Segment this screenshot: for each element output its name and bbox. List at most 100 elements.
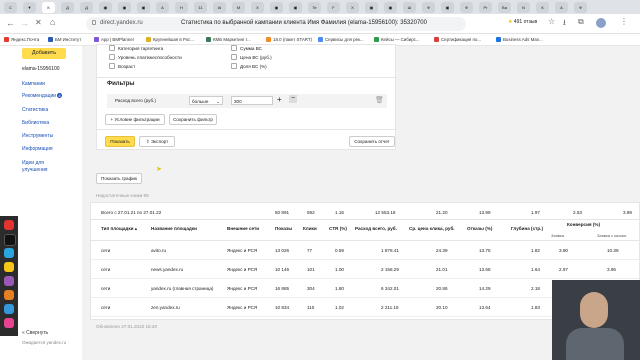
col-header-cpc[interactable]: Ср. цена клика, руб. (409, 226, 455, 231)
col-header-impressions[interactable]: Показы (275, 226, 292, 231)
menu-icon[interactable]: ⋮ (620, 17, 628, 26)
filter-operator-select[interactable]: больше ⌄ (189, 96, 223, 105)
add-button[interactable]: Добавить (22, 48, 66, 59)
checkbox[interactable] (109, 45, 115, 51)
save-report-button[interactable]: Сохранить отчет (349, 136, 395, 147)
bookmark-item[interactable]: App | BMPlanner (94, 36, 134, 44)
browser-tab[interactable]: Al (213, 2, 226, 13)
app-icon[interactable] (4, 248, 14, 258)
col-header-bounce[interactable]: Отказы (%) (467, 226, 492, 231)
browser-tab[interactable]: М (232, 2, 245, 13)
home-icon[interactable]: ⌂ (50, 17, 55, 27)
col-header-clicks[interactable]: Клики (303, 226, 317, 231)
bookmark-item[interactable]: Business Ads Man... (496, 36, 543, 44)
browser-tab[interactable]: ▣ (365, 2, 378, 13)
close-icon[interactable]: ✕ (35, 18, 42, 27)
checkbox[interactable] (231, 63, 237, 69)
sidebar-item-tools[interactable]: Инструменты (22, 133, 53, 139)
collapse-link[interactable]: « Свернуть (22, 330, 48, 336)
rating-badge[interactable]: ★ 491 отзыв (508, 19, 537, 25)
add-condition-button[interactable]: + Условие фильтрации (105, 114, 165, 125)
param-checkbox[interactable]: Возраст (109, 63, 182, 72)
app-icon[interactable] (4, 262, 14, 272)
bookmark-icon[interactable]: ☆ (548, 17, 555, 26)
param-checkbox[interactable]: Цена ВС (руб.) (231, 54, 272, 63)
browser-tab[interactable]: F (327, 2, 340, 13)
app-icon[interactable] (4, 234, 16, 246)
checkbox[interactable] (109, 54, 115, 60)
subheader-conv1[interactable]: Заявка (551, 233, 564, 238)
browser-tab[interactable]: ▣ (384, 2, 397, 13)
bookmark-item[interactable]: Сервисы для рек... (318, 36, 364, 44)
export-button[interactable]: ⇪ Экспорт (139, 136, 175, 147)
checkbox[interactable] (231, 45, 237, 51)
app-icon[interactable] (4, 318, 14, 328)
browser-tab[interactable]: Te (308, 2, 321, 13)
download-icon[interactable]: ⭳ (563, 17, 566, 31)
checkbox[interactable] (109, 63, 115, 69)
browser-tab[interactable]: Д (80, 2, 93, 13)
minus-icon[interactable]: − (289, 95, 297, 103)
sidebar-item-campaigns[interactable]: Кампании (22, 81, 45, 87)
subheader-conv2[interactable]: Заявка с киоски (597, 233, 626, 238)
param-checkbox[interactable]: Уровень платежеспособности (109, 54, 182, 63)
bookmark-item[interactable]: КМБ Маркетинг I... (206, 36, 251, 44)
browser-tab[interactable]: ▣ (289, 2, 302, 13)
browser-tab[interactable]: ▣ (137, 2, 150, 13)
browser-tab[interactable]: ▼ (23, 2, 36, 13)
save-filter-button[interactable]: Сохранить фильтр (169, 114, 217, 125)
param-checkbox[interactable]: Категория таргетинга (109, 45, 182, 54)
browser-tab[interactable]: Ш (403, 2, 416, 13)
sidebar-item-ideas-line2[interactable]: улучшения (22, 167, 47, 173)
back-icon[interactable]: ← (6, 18, 15, 28)
browser-tab[interactable]: Д (61, 2, 74, 13)
browser-tab[interactable]: ▣ (441, 2, 454, 13)
browser-tab[interactable]: К (536, 2, 549, 13)
app-icon[interactable] (4, 290, 14, 300)
sidebar-item-recommendations[interactable]: Рекомендации 6 (22, 93, 62, 99)
filter-field[interactable]: Расход всего (руб.) (115, 98, 156, 103)
extensions-icon[interactable]: ⧉ (578, 17, 584, 27)
browser-tab[interactable]: Х (251, 2, 264, 13)
param-checkbox[interactable]: Доля ВС (%) (231, 63, 272, 72)
bookmark-item[interactable]: Яндекс.Почта (4, 36, 39, 44)
col-header-site[interactable]: Название площадки (151, 226, 197, 231)
browser-tab[interactable]: ▣ (99, 2, 112, 13)
browser-tab[interactable]: А (156, 2, 169, 13)
browser-tab[interactable]: 11 (194, 2, 207, 13)
sidebar-item-ideas[interactable]: Идеи для (22, 160, 44, 166)
sidebar-item-statistics[interactable]: Статистика (22, 107, 48, 113)
browser-tab[interactable]: А (555, 2, 568, 13)
forward-icon[interactable]: → (20, 18, 29, 28)
filter-value-input[interactable]: 300 (231, 96, 273, 105)
browser-tab[interactable]: Х (346, 2, 359, 13)
bookmark-item[interactable]: 18.0 (пакет START) (266, 36, 312, 44)
browser-tab[interactable]: N (517, 2, 530, 13)
col-header-type[interactable]: Тип площадки ▴ (101, 226, 137, 232)
app-icon[interactable] (4, 304, 14, 314)
browser-tab[interactable]: К (42, 2, 55, 13)
browser-tab[interactable]: Ф (460, 2, 473, 13)
app-icon[interactable] (4, 220, 14, 230)
browser-tab[interactable]: ▣ (270, 2, 283, 13)
col-header-ctr[interactable]: CTR (%) (329, 226, 347, 231)
bookmark-item[interactable]: БМ Институт (48, 36, 81, 44)
browser-tab[interactable]: С (4, 2, 17, 13)
param-checkbox[interactable]: Сумма ВС (231, 45, 272, 54)
app-icon[interactable] (4, 276, 14, 286)
browser-tab[interactable]: ▣ (118, 2, 131, 13)
col-header-networks[interactable]: Внешние сети (227, 226, 259, 231)
browser-tab[interactable]: Ф (422, 2, 435, 13)
bookmark-item[interactable]: Кейсы — Сибирс... (374, 36, 420, 44)
checkbox[interactable] (231, 54, 237, 60)
address-field[interactable]: direct.yandex.ru Статистика по выбранной… (86, 17, 466, 31)
plus-icon[interactable]: + (277, 95, 282, 104)
show-chart-button[interactable]: Показать график (96, 173, 142, 184)
col-header-spend[interactable]: Расход всего, руб. (355, 226, 397, 231)
avatar[interactable] (596, 18, 606, 28)
account-name[interactable]: elama-15956100 (22, 66, 60, 72)
browser-tab[interactable]: Ф (574, 2, 587, 13)
sidebar-item-info[interactable]: Информация (22, 146, 53, 152)
show-button[interactable]: Показать (105, 136, 135, 147)
bookmark-item[interactable]: Сертификация по... (434, 36, 481, 44)
